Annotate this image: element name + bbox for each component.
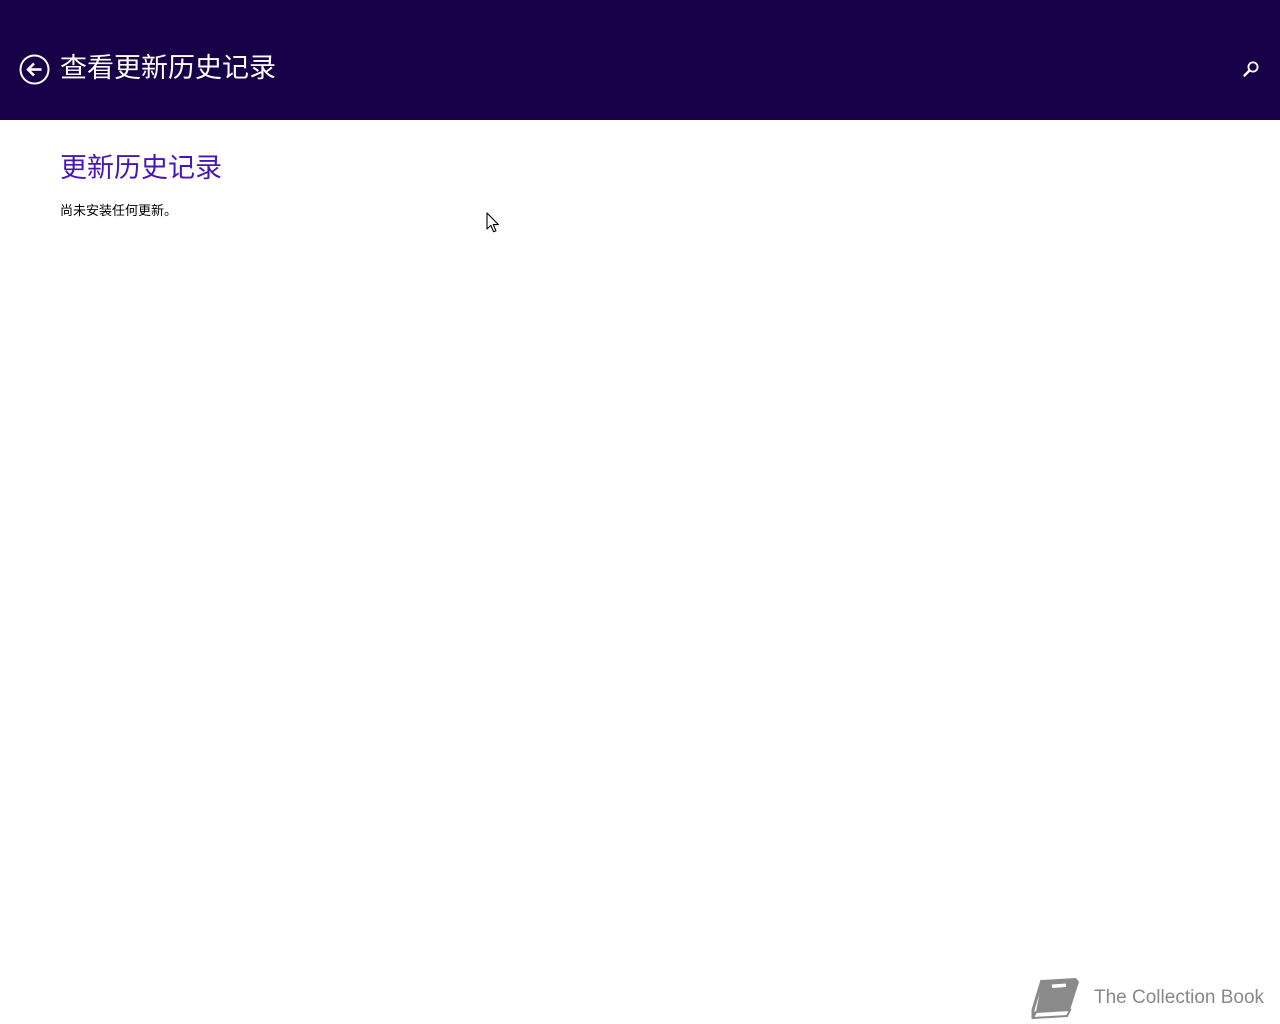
mouse-cursor-icon [486,212,499,233]
header-bar: 查看更新历史记录 [0,0,1280,120]
status-text: 尚未安装任何更新。 [60,204,178,219]
section-title: 更新历史记录 [60,153,222,184]
watermark: The Collection Book [1026,972,1266,1024]
watermark-text: The Collection Book [1094,987,1265,1008]
back-button[interactable] [19,54,50,85]
search-icon [1243,61,1259,77]
page-title: 查看更新历史记录 [60,53,276,84]
search-button[interactable] [1240,59,1262,81]
back-arrow-circle-icon [19,54,50,85]
book-icon [1031,978,1079,1020]
